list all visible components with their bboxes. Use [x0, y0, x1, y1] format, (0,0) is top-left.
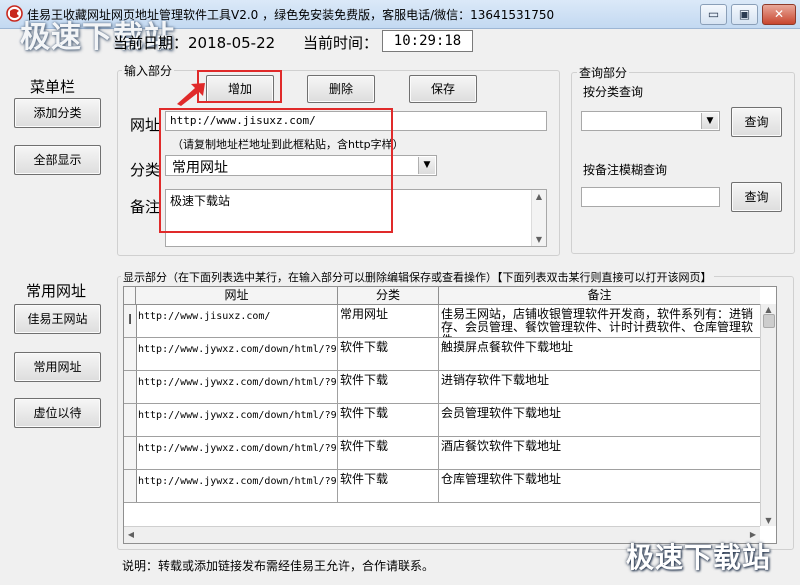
scroll-left-icon[interactable]: ◀	[126, 530, 136, 539]
cell-url[interactable]: http://www.jisuxz.com/	[136, 305, 338, 337]
scroll-up-icon[interactable]: ▲	[761, 305, 776, 314]
cell-url[interactable]: http://www.jywxz.com/down/html/?9	[136, 371, 338, 403]
query-note-button[interactable]: 查询	[731, 182, 782, 212]
query-by-note-label: 按备注模糊查询	[583, 163, 668, 177]
table-row[interactable]: http://www.jywxz.com/down/html/?9 软件下载 触摸屏…	[124, 338, 760, 371]
show-all-button[interactable]: 全部显示	[14, 145, 101, 175]
link-jiayiwang-button[interactable]: 佳易王网站	[14, 304, 101, 334]
category-label: 分类	[130, 161, 161, 179]
query-note-input[interactable]	[581, 187, 720, 207]
cell-note[interactable]: 酒店餐饮软件下载地址	[439, 437, 760, 469]
cell-url[interactable]: http://www.jywxz.com/down/html/?9	[136, 470, 338, 502]
close-button[interactable]: ✕	[762, 4, 796, 25]
chevron-down-icon[interactable]: ▼	[701, 113, 718, 129]
link-reserved-button[interactable]: 虚位以待	[14, 398, 101, 428]
cell-category[interactable]: 软件下载	[338, 338, 439, 370]
input-section-label: 输入部分	[122, 62, 175, 79]
current-time-label: 当前时间：	[303, 34, 379, 52]
cell-note[interactable]: 进销存软件下载地址	[439, 371, 760, 403]
cell-note[interactable]: 佳易王网站，店铺收银管理软件开发商，软件系列有：进销存、会员管理、餐饮管理软件、…	[439, 305, 760, 338]
cell-url[interactable]: http://www.jywxz.com/down/html/?9	[136, 404, 338, 436]
url-table[interactable]: 网址 分类 备注 Ihttp://www.jisuxz.com/常用网址 佳易王网…	[123, 286, 777, 544]
chevron-down-icon[interactable]: ▼	[418, 157, 435, 174]
table-header: 网址 分类 备注	[124, 287, 760, 305]
current-time-value: 10:29:18	[382, 30, 473, 52]
arrow-annotation-icon	[177, 83, 205, 106]
cell-category[interactable]: 软件下载	[338, 371, 439, 403]
scroll-thumb[interactable]	[763, 314, 775, 328]
column-header-note[interactable]: 备注	[439, 287, 760, 304]
query-section-label: 查询部分	[577, 64, 630, 81]
cell-category[interactable]: 常用网址	[338, 305, 439, 337]
note-scrollbar[interactable]: ▲ ▼	[531, 190, 546, 246]
cell-note[interactable]: 会员管理软件下载地址	[439, 404, 760, 436]
maximize-button[interactable]: ▣	[731, 4, 758, 25]
scroll-down-icon[interactable]: ▼	[761, 516, 776, 525]
cell-note[interactable]: 仓库管理软件下载地址	[439, 470, 760, 502]
add-category-button[interactable]: 添加分类	[14, 98, 101, 128]
common-urls-title: 常用网址	[26, 282, 87, 300]
minimize-button[interactable]: ▭	[700, 4, 727, 25]
save-button[interactable]: 保存	[409, 75, 477, 103]
maximize-icon: ▣	[738, 7, 751, 21]
table-row[interactable]: http://www.jywxz.com/down/html/?9 软件下载 酒店餐…	[124, 437, 760, 470]
column-header-url[interactable]: 网址	[136, 287, 338, 304]
column-header-category[interactable]: 分类	[338, 287, 439, 304]
delete-button[interactable]: 删除	[307, 75, 375, 103]
query-by-category-label: 按分类查询	[583, 85, 644, 99]
display-section-label: 显示部分（在下面列表选中某行，在输入部分可以删除编辑保存或查看操作）【下面列表双…	[121, 269, 714, 285]
query-category-select[interactable]: ▼	[581, 111, 720, 131]
table-row[interactable]: http://www.jywxz.com/down/html/?9 软件下载 进销存…	[124, 371, 760, 404]
cell-category[interactable]: 软件下载	[338, 404, 439, 436]
note-label: 备注	[130, 198, 161, 216]
scroll-down-icon[interactable]: ▼	[532, 235, 546, 244]
close-icon: ✕	[773, 7, 785, 21]
link-common-url-button[interactable]: 常用网址	[14, 352, 101, 382]
url-label: 网址	[130, 116, 161, 134]
menu-title: 菜单栏	[30, 78, 76, 96]
cell-url[interactable]: http://www.jywxz.com/down/html/?9	[136, 437, 338, 469]
query-category-button[interactable]: 查询	[731, 107, 782, 137]
cell-note[interactable]: 触摸屏点餐软件下载地址	[439, 338, 760, 370]
footer-note: 说明：转载或添加链接发布需经佳易王允许，合作请联系。	[122, 559, 435, 573]
cell-category[interactable]: 软件下载	[338, 470, 439, 502]
highlight-input-fields	[159, 108, 393, 233]
table-vertical-scrollbar[interactable]: ▲ ▼	[760, 304, 776, 526]
scroll-up-icon[interactable]: ▲	[532, 192, 546, 201]
cell-category[interactable]: 软件下载	[338, 437, 439, 469]
table-row[interactable]: http://www.jywxz.com/down/html/?9 软件下载 仓库管…	[124, 470, 760, 503]
table-row[interactable]: http://www.jywxz.com/down/html/?9 软件下载 会员管…	[124, 404, 760, 437]
watermark-bottom: 极速下载站	[626, 541, 772, 574]
minimize-icon: ▭	[707, 7, 720, 21]
current-date-label: 当前日期：2018-05-22	[113, 34, 276, 52]
cell-url[interactable]: http://www.jywxz.com/down/html/?9	[136, 338, 338, 370]
table-row[interactable]: Ihttp://www.jisuxz.com/常用网址 佳易王网站，店铺收银管理软…	[124, 305, 760, 338]
header-corner	[124, 287, 136, 304]
